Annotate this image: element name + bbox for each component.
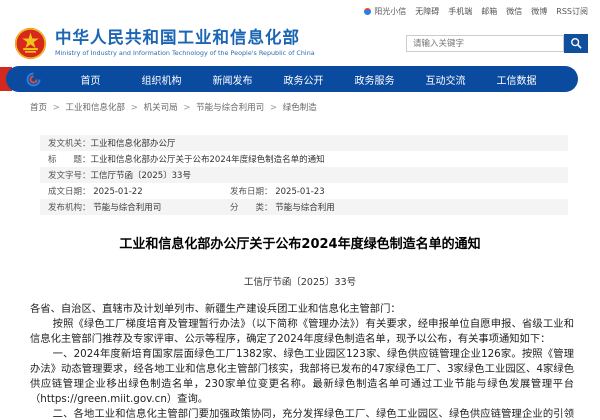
meta-cell-publisher: 发布机构： 节能与综合利用司 [48,201,230,213]
breadcrumb-home[interactable]: 首页 [30,103,47,113]
article-doc-number: 工信厅节函〔2025〕33号 [243,277,357,288]
article-paragraph: 按照《绿色工厂梯度培育及管理暂行办法》（以下简称《管理办法》）有关要求，经申报单… [30,318,574,345]
nav-item-data[interactable]: 工信数据 [481,72,552,87]
meta-value: 2025-01-22 [93,187,143,197]
breadcrumb-green-manufacturing[interactable]: 绿色制造 [283,103,317,113]
ministry-name-en: Ministry of Industry and Information Tec… [55,49,315,58]
nav-item-news[interactable]: 新闻发布 [197,72,268,87]
meta-value: 工业和信息化部办公厅 [90,139,176,149]
meta-value: 工业和信息化部办公厅关于公布2024年度绿色制造名单的通知 [90,155,325,165]
egov-logo-icon [26,72,41,86]
nav-item-organization[interactable]: 组织机构 [126,72,197,87]
link-mail[interactable]: 邮箱 [481,6,497,17]
meta-row-dates: 成文日期： 2025-01-22 发布日期： 2025-01-23 [40,183,568,199]
meta-value: 节能与综合利用司 [93,203,162,213]
site-brand: 中华人民共和国工业和信息化部 Ministry of Industry and … [55,27,315,58]
breadcrumb-energy-dept[interactable]: 节能与综合利用司 [196,103,264,113]
site-header: 中华人民共和国工业和信息化部 Ministry of Industry and … [0,22,600,64]
search-bar [406,33,588,53]
article-salutation: 各省、自治区、直辖市及计划单列市、新疆生产建设兵团工业和信息化主管部门： [30,303,401,315]
meta-value: 节能与综合利用 [275,203,335,213]
search-input[interactable] [406,34,564,52]
meta-label: 标 题： [48,155,91,165]
meta-value: 2025-01-23 [275,187,325,197]
nav-item-interaction[interactable]: 互动交流 [410,72,481,87]
meta-label: 分 类： [230,203,273,213]
meta-cell-written-date: 成文日期： 2025-01-22 [48,185,230,197]
meta-label: 发布机构： [48,203,91,213]
national-emblem-icon [14,27,47,59]
meta-label: 发布日期： [230,187,273,197]
link-weibo[interactable]: 微博 [531,6,547,17]
meta-row-doc-number: 发文字号： 工信厅节函〔2025〕33号 [40,167,568,183]
assistant-icon [364,7,372,15]
breadcrumb-departments[interactable]: 机关司局 [144,103,178,113]
article-paragraph: 二、各地工业和信息化主管部门要加强政策协同，充分发挥绿色工厂、绿色工业园区、绿色… [52,408,574,420]
breadcrumb-separator: > [269,103,277,113]
main-nav: 首页 组织机构 新闻发布 政务公开 政务服务 互动交流 工信数据 [6,66,578,92]
breadcrumb-separator: > [130,103,138,113]
meta-label: 成文日期： [48,187,91,197]
meta-row-issuing-agency: 发文机关： 工业和信息化部办公厅 [40,135,568,151]
meta-label: 发文机关： [48,139,91,149]
nav-item-gov-service[interactable]: 政务服务 [339,72,410,87]
search-button[interactable] [564,33,588,53]
link-rss[interactable]: RSS订阅 [556,6,588,17]
breadcrumb-separator: > [183,103,191,113]
breadcrumb-separator: > [52,103,60,113]
meta-value: 工信厅节函〔2025〕33号 [90,171,191,181]
breadcrumb: 首页 > 工业和信息化部 > 机关司局 > 节能与综合利用司 > 绿色制造 [0,92,600,113]
search-icon [571,38,582,49]
article-paragraph: 一、2024年度新培育国家层面绿色工厂1382家、绿色工业园区123家、绿色供应… [30,348,574,405]
link-label: 阳光小信 [374,6,407,16]
article-body: 各省、自治区、直辖市及计划单列市、新疆生产建设兵团工业和信息化主管部门： 按照《… [30,302,574,420]
top-utility-bar: 阳光小信 无障碍 手机端 邮箱 微信 微博 RSS订阅 [0,0,600,22]
breadcrumb-miit[interactable]: 工业和信息化部 [66,103,126,113]
link-wechat[interactable]: 微信 [506,6,522,17]
link-sunshine-assistant[interactable]: 阳光小信 [364,6,406,17]
meta-cell-publish-date: 发布日期： 2025-01-23 [230,185,325,197]
main-nav-wrap: 首页 组织机构 新闻发布 政务公开 政务服务 互动交流 工信数据 [0,66,600,92]
nav-item-gov-open[interactable]: 政务公开 [268,72,339,87]
ministry-name-cn: 中华人民共和国工业和信息化部 [55,27,300,47]
meta-row-title: 标 题： 工业和信息化部办公厅关于公布2024年度绿色制造名单的通知 [40,151,568,167]
meta-cell-category: 分 类： 节能与综合利用 [230,201,335,213]
document-meta-table: 发文机关： 工业和信息化部办公厅 标 题： 工业和信息化部办公厅关于公布2024… [40,135,568,215]
meta-label: 发文字号： [48,171,91,181]
article-title: 工业和信息化部办公厅关于公布2024年度绿色制造名单的通知 [119,237,481,252]
nav-item-home[interactable]: 首页 [55,72,126,87]
page: 阳光小信 无障碍 手机端 邮箱 微信 微博 RSS订阅 中华人民共和国工业和信息… [0,0,600,420]
meta-row-publisher: 发布机构： 节能与综合利用司 分 类： 节能与综合利用 [40,199,568,215]
link-accessibility[interactable]: 无障碍 [415,6,439,17]
link-mobile[interactable]: 手机端 [448,6,472,17]
